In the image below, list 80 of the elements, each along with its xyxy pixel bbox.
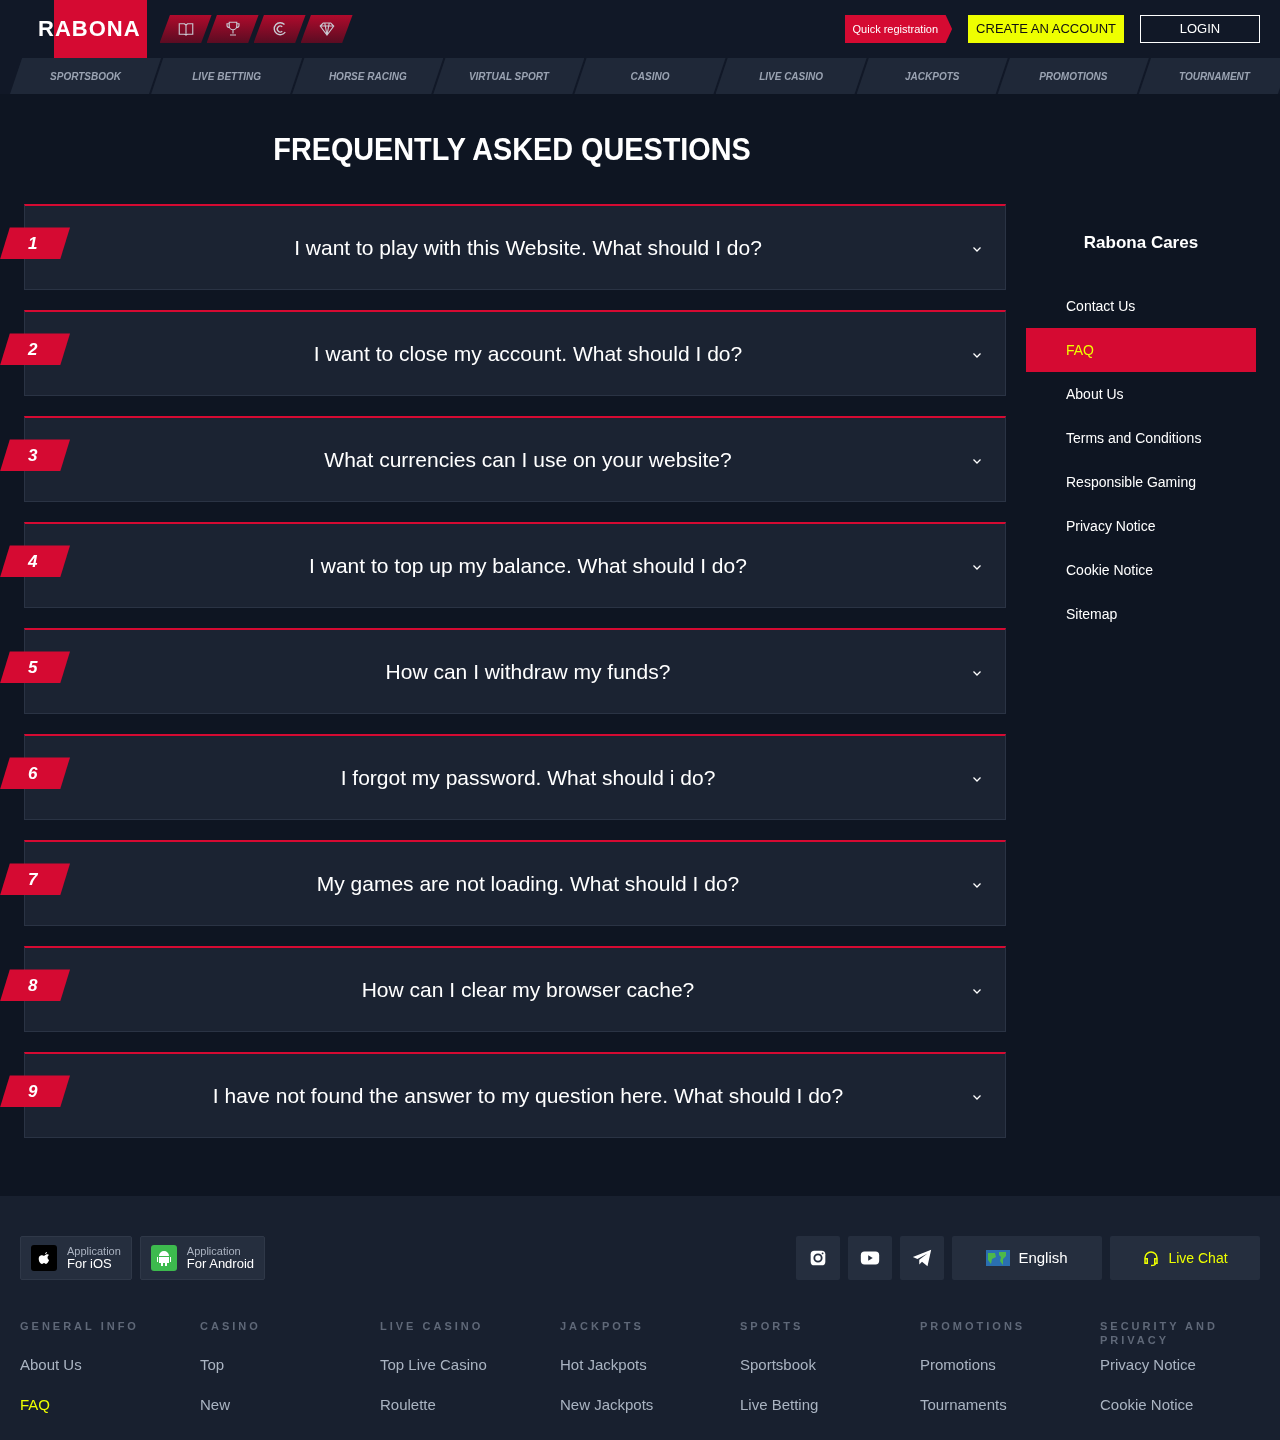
question-text: I have not found the answer to my question here. What should I do? bbox=[211, 1083, 845, 1110]
number-badge: 6 bbox=[0, 757, 70, 790]
column-heading: CASINO bbox=[200, 1320, 262, 1334]
footer-link[interactable]: New Jackpots bbox=[560, 1394, 740, 1434]
youtube-link[interactable] bbox=[848, 1236, 892, 1280]
number-badge: 4 bbox=[0, 545, 70, 578]
globe-icon bbox=[986, 1250, 1011, 1266]
sidebar-item[interactable]: Sitemap bbox=[1026, 591, 1256, 636]
footer-link[interactable]: Top bbox=[200, 1354, 380, 1394]
create-account-button[interactable]: CREATE AN ACCOUNT bbox=[968, 15, 1124, 43]
column-heading: SECURITY AND PRIVACY bbox=[1100, 1320, 1219, 1348]
nav-tab[interactable]: LIVE CASINO bbox=[715, 58, 867, 94]
nav-tab[interactable]: VIRTUAL SPORT bbox=[433, 58, 585, 94]
question-text: My games are not loading. What should I do? bbox=[315, 871, 741, 898]
question-text: I want to close my account. What should I do? bbox=[312, 341, 744, 368]
quick-registration-tag[interactable]: Quick registration bbox=[844, 15, 953, 43]
menu-tab[interactable] bbox=[253, 15, 306, 43]
diamond-icon bbox=[317, 20, 336, 38]
number-badge: 7 bbox=[0, 863, 70, 896]
footer-link[interactable]: Top Live Casino bbox=[380, 1354, 560, 1394]
menu-tab[interactable] bbox=[206, 15, 259, 43]
column-heading: LIVE CASINO bbox=[380, 1320, 485, 1334]
footer-link[interactable]: Tournaments bbox=[920, 1394, 1100, 1434]
app-download-button[interactable]: Application For Android bbox=[139, 1236, 266, 1280]
footer-link[interactable]: Hot Jackpots bbox=[560, 1354, 740, 1394]
footer-link[interactable]: New bbox=[200, 1394, 380, 1434]
headset-icon bbox=[1142, 1248, 1161, 1268]
footer-link[interactable]: FAQ bbox=[20, 1394, 200, 1434]
column-heading: JACKPOTS bbox=[560, 1320, 645, 1334]
android-icon bbox=[150, 1245, 177, 1271]
paper-plane-icon bbox=[911, 1247, 933, 1269]
telegram-link[interactable] bbox=[900, 1236, 944, 1280]
nav-tab[interactable]: CASINO bbox=[574, 58, 726, 94]
number-badge: 5 bbox=[0, 651, 70, 684]
question-text: How can I withdraw my funds? bbox=[384, 659, 672, 686]
footer-link[interactable]: About Us bbox=[20, 1354, 200, 1394]
sidebar-item[interactable]: About Us bbox=[1026, 371, 1256, 416]
footer-link[interactable]: Promotions bbox=[920, 1354, 1100, 1394]
question-text: What currencies can I use on your website? bbox=[323, 447, 733, 474]
sidebar-item[interactable]: Terms and Conditions bbox=[1026, 415, 1256, 460]
number-badge: 9 bbox=[0, 1075, 70, 1108]
sidebar-item[interactable]: Contact Us bbox=[1026, 283, 1256, 328]
instagram-link[interactable] bbox=[796, 1236, 840, 1280]
nav-tab[interactable]: HORSE RACING bbox=[292, 58, 444, 94]
nav-tab[interactable]: LIVE BETTING bbox=[151, 58, 303, 94]
footer-link[interactable]: Privacy Notice bbox=[1100, 1354, 1280, 1394]
question-text: How can I clear my browser cache? bbox=[360, 977, 696, 1004]
number-badge: 1 bbox=[0, 227, 70, 260]
number-badge: 8 bbox=[0, 969, 70, 1002]
nav-tab[interactable]: JACKPOTS bbox=[856, 58, 1008, 94]
sidebar-title: Rabona Cares bbox=[1082, 232, 1200, 254]
column-heading: SPORTS bbox=[740, 1320, 805, 1334]
nav-tab[interactable]: TOURNAMENT bbox=[1138, 58, 1280, 94]
menu-tab[interactable] bbox=[300, 15, 353, 43]
number-badge: 3 bbox=[0, 439, 70, 472]
column-heading: PROMOTIONS bbox=[920, 1320, 1027, 1334]
language-button[interactable]: English bbox=[952, 1236, 1102, 1280]
number-badge: 2 bbox=[0, 333, 70, 366]
sidebar-item[interactable]: FAQ bbox=[1026, 327, 1256, 372]
footer-link[interactable]: Sportsbook bbox=[740, 1354, 920, 1394]
footer-link[interactable]: Live Betting bbox=[740, 1394, 920, 1434]
question-text: I want to play with this Website. What should I do? bbox=[293, 235, 763, 262]
sidebar-item[interactable]: Privacy Notice bbox=[1026, 503, 1256, 548]
book-icon bbox=[176, 20, 195, 38]
footer-link[interactable]: Roulette bbox=[380, 1394, 560, 1434]
nav-tab[interactable]: PROMOTIONS bbox=[997, 58, 1149, 94]
login-button[interactable]: LOGIN bbox=[1140, 15, 1260, 43]
question-text: I forgot my password. What should i do? bbox=[339, 765, 717, 792]
sidebar-item[interactable]: Responsible Gaming bbox=[1026, 459, 1256, 504]
column-heading: GENERAL INFO bbox=[20, 1320, 140, 1334]
trophy-icon bbox=[223, 20, 242, 38]
nav-tab[interactable]: SPORTSBOOK bbox=[10, 58, 162, 94]
sidebar-item[interactable]: Cookie Notice bbox=[1026, 547, 1256, 592]
live-chat-button[interactable]: Live Chat bbox=[1110, 1236, 1260, 1280]
page-title: FREQUENTLY ASKED QUESTIONS bbox=[272, 130, 752, 169]
footer-link[interactable]: Cookie Notice bbox=[1100, 1394, 1280, 1434]
apple-icon bbox=[31, 1245, 57, 1271]
question-text: I want to top up my balance. What should I do? bbox=[308, 553, 748, 580]
app-download-button[interactable]: Application For iOS bbox=[20, 1236, 132, 1280]
menu-tab[interactable] bbox=[159, 15, 212, 43]
